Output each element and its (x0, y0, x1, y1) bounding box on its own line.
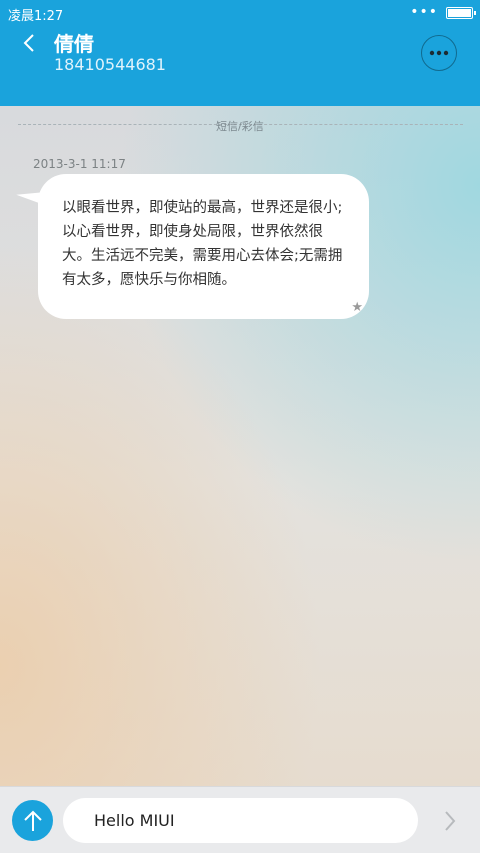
contact-name: 倩倩 (54, 32, 94, 56)
arrow-up-icon (23, 810, 42, 831)
more-options-button[interactable] (421, 35, 457, 71)
message-bubble[interactable]: 以眼看世界，即使站的最高，世界还是很小;以心看世界，即使身处局限，世界依然很大。… (38, 174, 369, 319)
message-input[interactable]: Hello MIUI (63, 798, 418, 843)
battery-icon (446, 7, 476, 19)
back-button[interactable] (14, 28, 44, 58)
header-bar: 凌晨1:27 ••• 倩倩 18410544681 (0, 0, 480, 106)
chevron-left-icon (23, 34, 34, 52)
status-bar: 凌晨1:27 ••• (0, 0, 480, 26)
contact-number: 18410544681 (54, 55, 166, 74)
star-icon[interactable]: ★ (351, 300, 363, 315)
signal-icon: ••• (410, 4, 438, 20)
message-text: 以眼看世界，即使站的最高，世界还是很小;以心看世界，即使身处局限，世界依然很大。… (62, 200, 343, 288)
message-timestamp: 2013-3-1 11:17 (33, 157, 126, 171)
more-icon (429, 50, 449, 56)
message-thread[interactable]: 短信/彩信 2013-3-1 11:17 以眼看世界，即使站的最高，世界还是很小… (0, 106, 480, 786)
channel-label: 短信/彩信 (216, 120, 264, 133)
composer-bar: Hello MIUI (0, 786, 480, 853)
status-time: 凌晨1:27 (8, 9, 64, 24)
attach-button[interactable] (12, 800, 53, 841)
send-button[interactable] (436, 807, 464, 835)
chevron-right-icon (445, 811, 456, 831)
